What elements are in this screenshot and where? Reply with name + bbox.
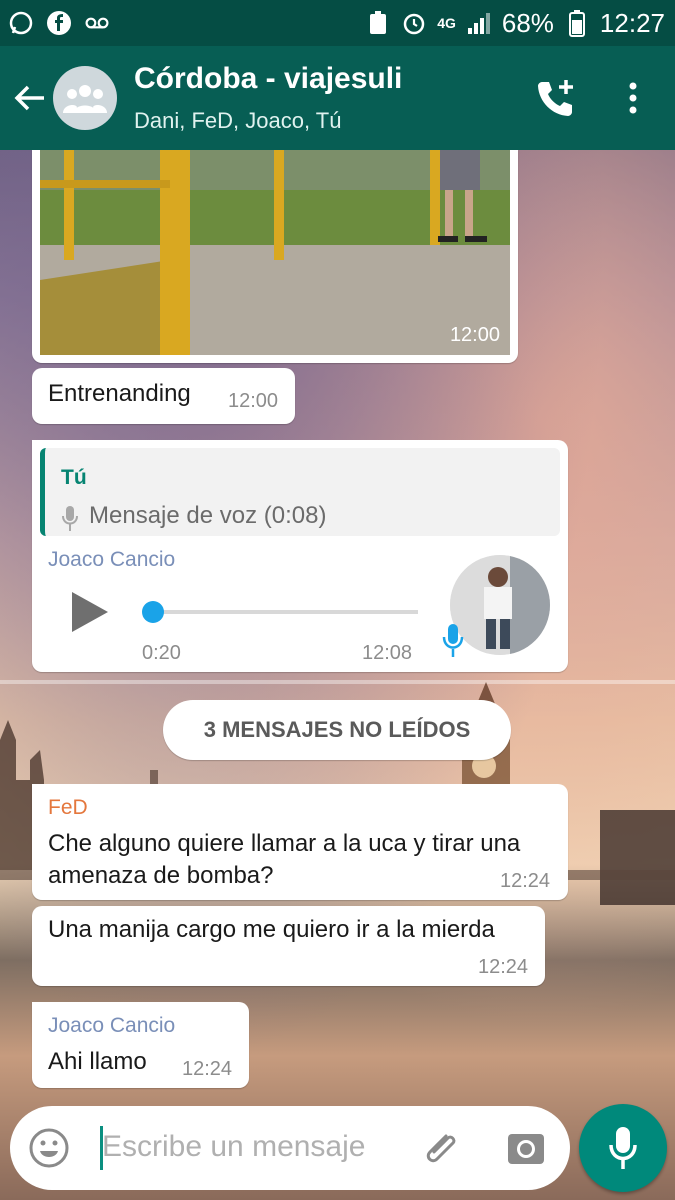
quoted-sender: Tú bbox=[61, 466, 87, 489]
facebook-icon bbox=[46, 10, 72, 36]
photo-thumbnail[interactable]: 12:00 bbox=[40, 150, 510, 355]
sender-name: Joaco Cancio bbox=[48, 548, 176, 571]
chat-header: Córdoba - viajesuli Dani, FeD, Joaco, Tú bbox=[0, 46, 675, 150]
message-text-line2: amenaza de bomba? bbox=[48, 862, 274, 889]
image-time: 12:00 bbox=[449, 324, 500, 346]
playground-photo bbox=[40, 150, 510, 355]
unread-messages-divider: 3 MENSAJES NO LEÍDOS bbox=[163, 700, 511, 760]
voice-message-reply[interactable]: Tú Mensaje de voz (0:08) Joaco Cancio 0:… bbox=[32, 440, 568, 672]
message-fed-2[interactable]: Una manija cargo me quiero ir a la mierd… bbox=[32, 906, 545, 986]
play-button[interactable] bbox=[70, 590, 110, 634]
network-type: 4G bbox=[437, 15, 456, 31]
message-text: Entrenanding bbox=[48, 380, 191, 407]
message-text: Una manija cargo me quiero ir a la mierd… bbox=[48, 916, 495, 943]
chat-title[interactable]: Córdoba - viajesuli bbox=[134, 62, 402, 96]
message-time: 12:08 bbox=[362, 642, 413, 664]
elapsed-time: 0:20 bbox=[142, 642, 181, 664]
message-time: 12:24 bbox=[500, 870, 551, 892]
message-input[interactable]: Escribe un mensaje bbox=[102, 1130, 365, 1164]
group-icon bbox=[63, 85, 107, 113]
emoji-button[interactable] bbox=[28, 1127, 70, 1169]
mic-icon bbox=[609, 1127, 637, 1169]
message-time: 12:24 bbox=[478, 956, 529, 978]
attach-button[interactable] bbox=[420, 1126, 464, 1170]
phone-plus-icon bbox=[538, 80, 573, 116]
battery-icon bbox=[564, 10, 590, 37]
add-call-button[interactable] bbox=[534, 76, 578, 120]
more-vert-icon bbox=[629, 82, 637, 114]
group-avatar[interactable] bbox=[53, 66, 117, 130]
status-bar: 4G 68% 12:27 bbox=[0, 0, 675, 46]
message-composer[interactable]: Escribe un mensaje bbox=[10, 1106, 570, 1190]
back-arrow-icon[interactable] bbox=[12, 80, 48, 116]
overflow-menu-button[interactable] bbox=[620, 78, 646, 118]
emoji-icon bbox=[29, 1128, 69, 1168]
battery-saver-icon bbox=[365, 10, 391, 36]
camera-icon bbox=[508, 1134, 544, 1164]
play-icon bbox=[72, 592, 108, 632]
voicemail-icon bbox=[84, 10, 110, 36]
message-entrenanding[interactable]: Entrenanding 12:00 bbox=[32, 368, 295, 424]
message-time: 12:24 bbox=[182, 1058, 233, 1080]
message-fed-1[interactable]: FeD Che alguno quiere llamar a la uca y … bbox=[32, 784, 568, 900]
message-time: 12:00 bbox=[228, 390, 279, 412]
message-text: Ahi llamo bbox=[48, 1048, 147, 1075]
alarm-icon bbox=[401, 10, 427, 36]
clock: 12:27 bbox=[599, 7, 665, 38]
seekbar-thumb[interactable] bbox=[142, 601, 164, 623]
quoted-text: Mensaje de voz (0:08) bbox=[89, 502, 327, 529]
sender-name: Joaco Cancio bbox=[48, 1014, 176, 1037]
voice-record-button[interactable] bbox=[579, 1104, 667, 1192]
image-message[interactable]: 12:00 bbox=[32, 150, 518, 363]
signal-icon bbox=[466, 10, 492, 36]
battery-percent: 68% bbox=[501, 7, 554, 38]
sender-profile-photo[interactable] bbox=[450, 555, 550, 655]
message-joaco[interactable]: Joaco Cancio Ahi llamo 12:24 bbox=[32, 1002, 249, 1088]
message-text-line1: Che alguno quiere llamar a la uca y tira… bbox=[48, 830, 521, 857]
mic-status-icon bbox=[442, 622, 464, 663]
quoted-message[interactable]: Tú Mensaje de voz (0:08) bbox=[40, 448, 560, 536]
chat-members[interactable]: Dani, FeD, Joaco, Tú bbox=[134, 108, 341, 134]
audio-seekbar[interactable] bbox=[142, 600, 418, 624]
camera-button[interactable] bbox=[504, 1126, 548, 1170]
paperclip-icon bbox=[426, 1134, 456, 1163]
sender-name: FeD bbox=[48, 796, 88, 819]
whatsapp-icon bbox=[8, 10, 34, 36]
mic-small-icon bbox=[61, 504, 79, 537]
